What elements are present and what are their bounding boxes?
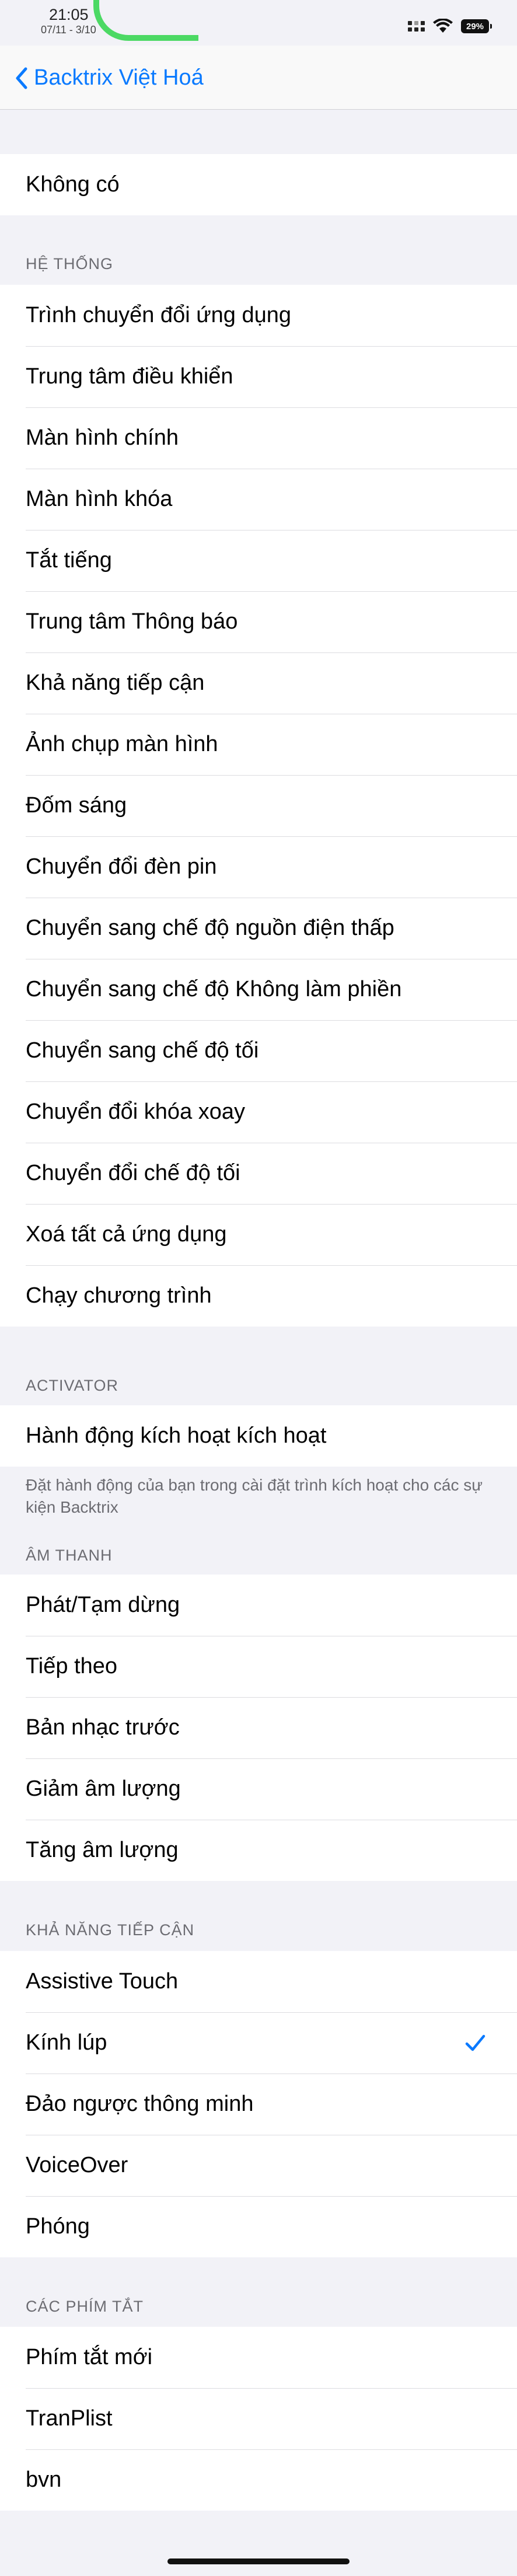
list-item[interactable]: Chuyển sang chế độ tối — [0, 1020, 517, 1081]
list-item-label: Kính lúp — [26, 2030, 107, 2055]
list-item[interactable]: Trung tâm Thông báo — [0, 591, 517, 652]
list-item[interactable]: Bản nhạc trước — [0, 1697, 517, 1758]
list-item-none[interactable]: Không có — [0, 154, 517, 215]
list-item[interactable]: Màn hình khóa — [0, 469, 517, 530]
signal-icon — [408, 21, 425, 32]
status-bar: 21:05 07/11 - 3/10 29% — [0, 0, 517, 46]
screen-recording-indicator — [93, 0, 198, 41]
checkmark-icon — [465, 2034, 485, 2051]
status-time: 21:05 — [49, 6, 89, 23]
battery-indicator: 29% — [461, 19, 492, 33]
list-item[interactable]: Chuyển đổi chế độ tối — [0, 1143, 517, 1204]
shortcuts-group: Phím tắt mới TranPlist bvn — [0, 2327, 517, 2511]
list-item[interactable]: Màn hình chính — [0, 407, 517, 469]
list-item[interactable]: Phát/Tạm dừng — [0, 1575, 517, 1636]
back-button[interactable]: Backtrix Việt Hoá — [15, 65, 204, 90]
list-item[interactable]: Trung tâm điều khiển — [0, 346, 517, 407]
none-group: Không có — [0, 154, 517, 215]
navigation-bar: Backtrix Việt Hoá — [0, 46, 517, 110]
list-item[interactable]: Tăng âm lượng — [0, 1820, 517, 1881]
activator-group: Hành động kích hoạt kích hoạt — [0, 1405, 517, 1467]
sound-group: Phát/Tạm dừng Tiếp theo Bản nhạc trước G… — [0, 1575, 517, 1881]
list-item[interactable]: Chuyển đổi đèn pin — [0, 836, 517, 898]
activator-footer-note: Đặt hành động của bạn trong cài đặt trìn… — [26, 1476, 483, 1516]
list-item[interactable]: TranPlist — [0, 2388, 517, 2449]
home-indicator[interactable] — [167, 2558, 350, 2564]
list-item[interactable]: Chạy chương trình — [0, 1265, 517, 1327]
list-item-selected[interactable]: Kính lúp — [0, 2012, 517, 2074]
wifi-icon — [433, 19, 453, 33]
status-date: 07/11 - 3/10 — [41, 24, 96, 36]
list-item[interactable]: Phóng — [0, 2196, 517, 2257]
section-header-activator: ACTIVATOR — [26, 1377, 119, 1394]
list-item[interactable]: Khả năng tiếp cận — [0, 652, 517, 714]
list-item[interactable]: Phím tắt mới — [0, 2327, 517, 2388]
section-header-accessibility: KHẢ NĂNG TIẾP CẬN — [26, 1921, 195, 1939]
system-group: Trình chuyển đổi ứng dụng Trung tâm điều… — [0, 285, 517, 1327]
status-icons: 29% — [408, 19, 492, 34]
list-item[interactable]: Xoá tất cả ứng dụng — [0, 1204, 517, 1265]
list-item[interactable]: Đảo ngược thông minh — [0, 2074, 517, 2135]
list-item[interactable]: Chuyển sang chế độ nguồn điện thấp — [0, 898, 517, 959]
section-header-sound: ÂM THANH — [26, 1547, 113, 1564]
list-item[interactable]: Chuyển sang chế độ Không làm phiền — [0, 959, 517, 1020]
list-item-activator-action[interactable]: Hành động kích hoạt kích hoạt — [0, 1405, 517, 1467]
list-item[interactable]: bvn — [0, 2449, 517, 2511]
list-item[interactable]: Chuyển đổi khóa xoay — [0, 1081, 517, 1143]
list-item[interactable]: Trình chuyển đổi ứng dụng — [0, 285, 517, 346]
accessibility-group: Assistive Touch Kính lúp Đảo ngược thông… — [0, 1951, 517, 2257]
list-item[interactable]: Assistive Touch — [0, 1951, 517, 2012]
section-header-shortcuts: CÁC PHÍM TẮT — [26, 2298, 144, 2315]
section-header-system: HỆ THỐNG — [26, 255, 114, 273]
list-item[interactable]: Ảnh chụp màn hình — [0, 714, 517, 775]
list-item[interactable]: Tiếp theo — [0, 1636, 517, 1697]
list-item[interactable]: Đốm sáng — [0, 775, 517, 836]
list-item[interactable]: Giảm âm lượng — [0, 1758, 517, 1820]
back-button-label: Backtrix Việt Hoá — [34, 65, 204, 90]
chevron-left-icon — [16, 67, 27, 89]
list-item[interactable]: VoiceOver — [0, 2135, 517, 2196]
list-item[interactable]: Tắt tiếng — [0, 530, 517, 591]
